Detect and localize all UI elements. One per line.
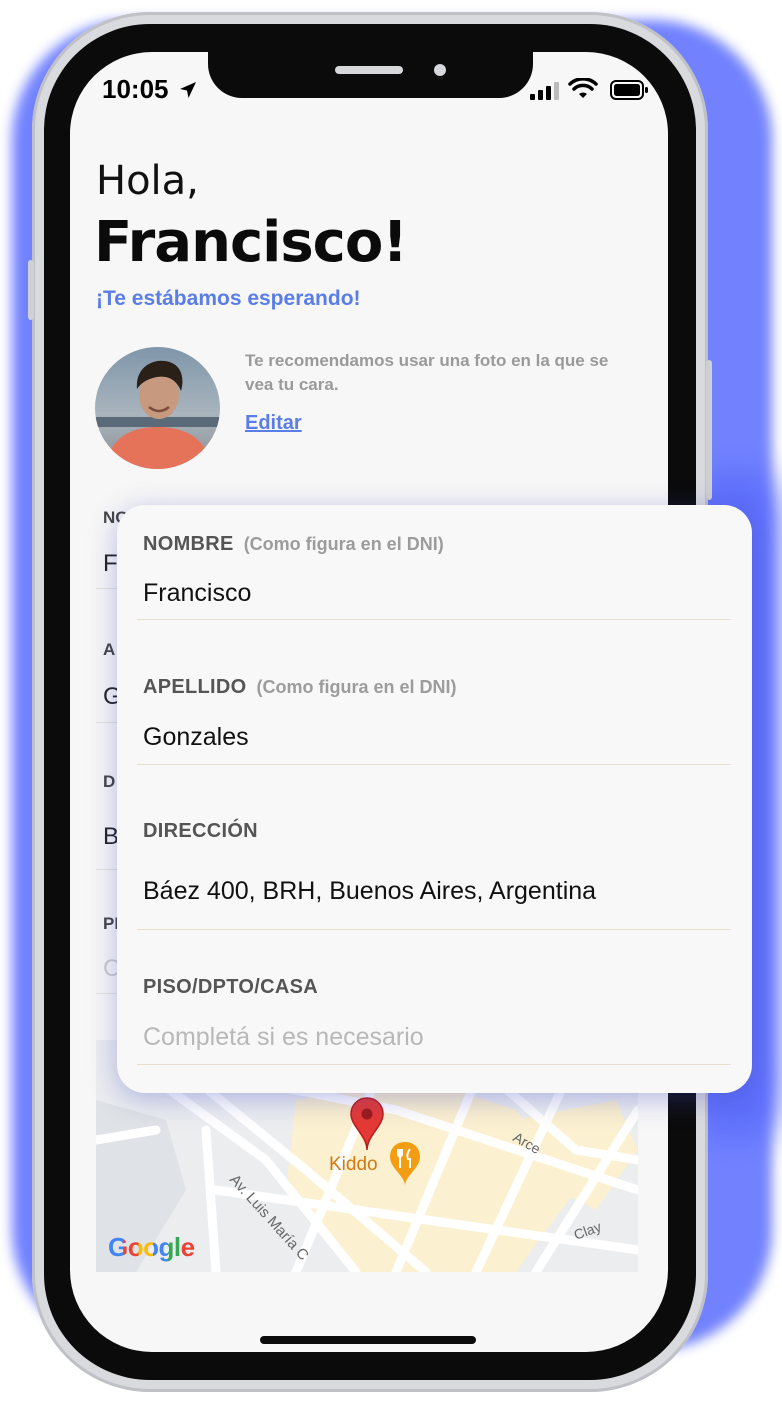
bg-field-label: D — [103, 772, 116, 791]
greeting-hello: Hola, — [96, 158, 199, 204]
greeting-subtitle: ¡Te estábamos esperando! — [96, 287, 361, 310]
field-label-text: NOMBRE — [143, 533, 234, 555]
edit-photo-link[interactable]: Editar — [245, 412, 302, 435]
bg-field-value[interactable]: F — [103, 550, 118, 578]
avatar[interactable] — [95, 347, 220, 469]
nombre-input[interactable]: Francisco — [143, 579, 251, 608]
field-label: APELLIDO (Como figura en el DNI) — [143, 676, 457, 699]
map-poi-label[interactable]: Kiddo — [329, 1154, 378, 1176]
battery-icon — [610, 80, 648, 100]
field-divider — [137, 764, 731, 765]
direccion-input[interactable]: Báez 400, BRH, Buenos Aires, Argentina — [143, 877, 596, 906]
personal-data-card: NOMBRE (Como figura en el DNI) Francisco … — [117, 505, 752, 1093]
piso-dpto-input[interactable]: Completá si es necesario — [143, 1023, 424, 1052]
home-indicator[interactable] — [260, 1336, 476, 1344]
field-hint: (Como figura en el DNI) — [256, 677, 457, 697]
speaker — [335, 66, 403, 74]
bg-field-label: A — [103, 640, 116, 659]
notch — [208, 52, 533, 98]
front-camera — [434, 64, 446, 76]
apellido-input[interactable]: Gonzales — [143, 723, 249, 752]
field-label: DIRECCIÓN — [143, 820, 258, 843]
field-hint: (Como figura en el DNI) — [243, 534, 444, 554]
field-label-text: PISO/DPTO/CASA — [143, 976, 318, 998]
status-time: 10:05 — [102, 74, 169, 104]
side-button — [706, 360, 712, 500]
wifi-icon — [568, 78, 598, 98]
location-arrow-icon — [180, 82, 196, 98]
field-label: NOMBRE (Como figura en el DNI) — [143, 533, 444, 556]
field-label: PISO/DPTO/CASA — [143, 976, 318, 999]
restaurant-icon[interactable] — [388, 1140, 422, 1188]
side-button — [28, 260, 34, 320]
field-label-text: APELLIDO — [143, 676, 247, 698]
field-label-text: DIRECCIÓN — [143, 820, 258, 842]
field-divider — [137, 929, 731, 930]
greeting-name: Francisco! — [94, 210, 408, 275]
map-pin-icon[interactable] — [349, 1096, 385, 1152]
field-divider — [137, 619, 731, 620]
cellular-signal-icon — [530, 82, 559, 100]
field-divider — [137, 1064, 731, 1065]
google-logo: Google — [108, 1232, 195, 1262]
photo-hint: Te recomendamos usar una foto en la que … — [245, 351, 609, 394]
